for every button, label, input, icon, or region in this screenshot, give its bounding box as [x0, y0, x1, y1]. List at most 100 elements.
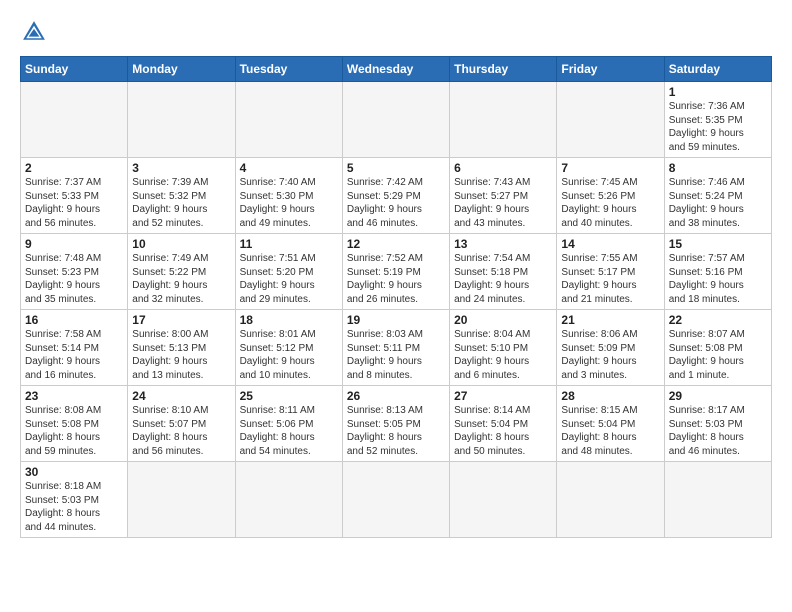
weekday-header-monday: Monday: [128, 57, 235, 82]
calendar-week-0: 1Sunrise: 7:36 AMSunset: 5:35 PMDaylight…: [21, 82, 772, 158]
day-info: Sunrise: 7:40 AMSunset: 5:30 PMDaylight:…: [240, 176, 338, 230]
day-info: Sunrise: 7:45 AMSunset: 5:26 PMDaylight:…: [561, 176, 659, 230]
day-number: 14: [561, 237, 659, 251]
day-info: Sunrise: 8:03 AMSunset: 5:11 PMDaylight:…: [347, 328, 445, 382]
weekday-header-tuesday: Tuesday: [235, 57, 342, 82]
day-info: Sunrise: 7:54 AMSunset: 5:18 PMDaylight:…: [454, 252, 552, 306]
day-info: Sunrise: 7:39 AMSunset: 5:32 PMDaylight:…: [132, 176, 230, 230]
day-number: 2: [25, 161, 123, 175]
calendar-cell: 24Sunrise: 8:10 AMSunset: 5:07 PMDayligh…: [128, 386, 235, 462]
calendar-cell: 17Sunrise: 8:00 AMSunset: 5:13 PMDayligh…: [128, 310, 235, 386]
calendar-cell: 15Sunrise: 7:57 AMSunset: 5:16 PMDayligh…: [664, 234, 771, 310]
calendar-cell: 12Sunrise: 7:52 AMSunset: 5:19 PMDayligh…: [342, 234, 449, 310]
day-info: Sunrise: 7:58 AMSunset: 5:14 PMDaylight:…: [25, 328, 123, 382]
day-info: Sunrise: 8:15 AMSunset: 5:04 PMDaylight:…: [561, 404, 659, 458]
calendar-cell: 27Sunrise: 8:14 AMSunset: 5:04 PMDayligh…: [450, 386, 557, 462]
calendar-cell: 2Sunrise: 7:37 AMSunset: 5:33 PMDaylight…: [21, 158, 128, 234]
generalblue-icon: [20, 18, 48, 46]
day-number: 9: [25, 237, 123, 251]
calendar-header: SundayMondayTuesdayWednesdayThursdayFrid…: [21, 57, 772, 82]
calendar-week-5: 30Sunrise: 8:18 AMSunset: 5:03 PMDayligh…: [21, 462, 772, 538]
calendar-cell: 19Sunrise: 8:03 AMSunset: 5:11 PMDayligh…: [342, 310, 449, 386]
day-number: 20: [454, 313, 552, 327]
day-info: Sunrise: 8:04 AMSunset: 5:10 PMDaylight:…: [454, 328, 552, 382]
day-number: 10: [132, 237, 230, 251]
day-number: 4: [240, 161, 338, 175]
day-info: Sunrise: 7:36 AMSunset: 5:35 PMDaylight:…: [669, 100, 767, 154]
calendar-cell: 25Sunrise: 8:11 AMSunset: 5:06 PMDayligh…: [235, 386, 342, 462]
calendar-cell: 1Sunrise: 7:36 AMSunset: 5:35 PMDaylight…: [664, 82, 771, 158]
day-number: 21: [561, 313, 659, 327]
day-info: Sunrise: 8:17 AMSunset: 5:03 PMDaylight:…: [669, 404, 767, 458]
calendar-cell: 30Sunrise: 8:18 AMSunset: 5:03 PMDayligh…: [21, 462, 128, 538]
calendar-cell: [235, 462, 342, 538]
day-number: 24: [132, 389, 230, 403]
calendar-cell: [128, 462, 235, 538]
page: SundayMondayTuesdayWednesdayThursdayFrid…: [0, 0, 792, 612]
calendar-cell: [235, 82, 342, 158]
calendar-week-3: 16Sunrise: 7:58 AMSunset: 5:14 PMDayligh…: [21, 310, 772, 386]
day-info: Sunrise: 8:01 AMSunset: 5:12 PMDaylight:…: [240, 328, 338, 382]
day-number: 1: [669, 85, 767, 99]
day-info: Sunrise: 8:06 AMSunset: 5:09 PMDaylight:…: [561, 328, 659, 382]
day-number: 26: [347, 389, 445, 403]
calendar-week-4: 23Sunrise: 8:08 AMSunset: 5:08 PMDayligh…: [21, 386, 772, 462]
day-info: Sunrise: 7:51 AMSunset: 5:20 PMDaylight:…: [240, 252, 338, 306]
calendar-cell: 16Sunrise: 7:58 AMSunset: 5:14 PMDayligh…: [21, 310, 128, 386]
day-info: Sunrise: 7:42 AMSunset: 5:29 PMDaylight:…: [347, 176, 445, 230]
calendar-cell: 8Sunrise: 7:46 AMSunset: 5:24 PMDaylight…: [664, 158, 771, 234]
day-number: 7: [561, 161, 659, 175]
weekday-header-wednesday: Wednesday: [342, 57, 449, 82]
day-number: 8: [669, 161, 767, 175]
day-number: 19: [347, 313, 445, 327]
logo: [20, 18, 52, 46]
calendar-cell: 3Sunrise: 7:39 AMSunset: 5:32 PMDaylight…: [128, 158, 235, 234]
calendar-cell: 20Sunrise: 8:04 AMSunset: 5:10 PMDayligh…: [450, 310, 557, 386]
calendar-cell: [342, 82, 449, 158]
day-info: Sunrise: 7:55 AMSunset: 5:17 PMDaylight:…: [561, 252, 659, 306]
calendar-cell: 13Sunrise: 7:54 AMSunset: 5:18 PMDayligh…: [450, 234, 557, 310]
day-number: 6: [454, 161, 552, 175]
calendar-cell: 14Sunrise: 7:55 AMSunset: 5:17 PMDayligh…: [557, 234, 664, 310]
calendar-cell: [450, 462, 557, 538]
day-number: 3: [132, 161, 230, 175]
weekday-header-saturday: Saturday: [664, 57, 771, 82]
day-number: 13: [454, 237, 552, 251]
calendar-cell: 5Sunrise: 7:42 AMSunset: 5:29 PMDaylight…: [342, 158, 449, 234]
header: [20, 18, 772, 46]
day-info: Sunrise: 7:37 AMSunset: 5:33 PMDaylight:…: [25, 176, 123, 230]
day-number: 18: [240, 313, 338, 327]
day-info: Sunrise: 8:13 AMSunset: 5:05 PMDaylight:…: [347, 404, 445, 458]
day-info: Sunrise: 7:52 AMSunset: 5:19 PMDaylight:…: [347, 252, 445, 306]
day-info: Sunrise: 8:11 AMSunset: 5:06 PMDaylight:…: [240, 404, 338, 458]
calendar-cell: [128, 82, 235, 158]
day-info: Sunrise: 7:57 AMSunset: 5:16 PMDaylight:…: [669, 252, 767, 306]
calendar-cell: 10Sunrise: 7:49 AMSunset: 5:22 PMDayligh…: [128, 234, 235, 310]
day-info: Sunrise: 7:48 AMSunset: 5:23 PMDaylight:…: [25, 252, 123, 306]
day-number: 22: [669, 313, 767, 327]
day-number: 15: [669, 237, 767, 251]
calendar-cell: 23Sunrise: 8:08 AMSunset: 5:08 PMDayligh…: [21, 386, 128, 462]
day-info: Sunrise: 8:18 AMSunset: 5:03 PMDaylight:…: [25, 480, 123, 534]
day-info: Sunrise: 8:10 AMSunset: 5:07 PMDaylight:…: [132, 404, 230, 458]
day-number: 28: [561, 389, 659, 403]
calendar-cell: 11Sunrise: 7:51 AMSunset: 5:20 PMDayligh…: [235, 234, 342, 310]
day-info: Sunrise: 7:49 AMSunset: 5:22 PMDaylight:…: [132, 252, 230, 306]
calendar-cell: [21, 82, 128, 158]
calendar-cell: 29Sunrise: 8:17 AMSunset: 5:03 PMDayligh…: [664, 386, 771, 462]
calendar: SundayMondayTuesdayWednesdayThursdayFrid…: [20, 56, 772, 538]
calendar-cell: 26Sunrise: 8:13 AMSunset: 5:05 PMDayligh…: [342, 386, 449, 462]
calendar-cell: 4Sunrise: 7:40 AMSunset: 5:30 PMDaylight…: [235, 158, 342, 234]
day-info: Sunrise: 8:08 AMSunset: 5:08 PMDaylight:…: [25, 404, 123, 458]
calendar-cell: [664, 462, 771, 538]
calendar-cell: 9Sunrise: 7:48 AMSunset: 5:23 PMDaylight…: [21, 234, 128, 310]
day-number: 12: [347, 237, 445, 251]
day-info: Sunrise: 8:00 AMSunset: 5:13 PMDaylight:…: [132, 328, 230, 382]
day-number: 17: [132, 313, 230, 327]
day-number: 5: [347, 161, 445, 175]
day-info: Sunrise: 8:14 AMSunset: 5:04 PMDaylight:…: [454, 404, 552, 458]
weekday-header-thursday: Thursday: [450, 57, 557, 82]
day-number: 25: [240, 389, 338, 403]
calendar-cell: 22Sunrise: 8:07 AMSunset: 5:08 PMDayligh…: [664, 310, 771, 386]
weekday-header-sunday: Sunday: [21, 57, 128, 82]
